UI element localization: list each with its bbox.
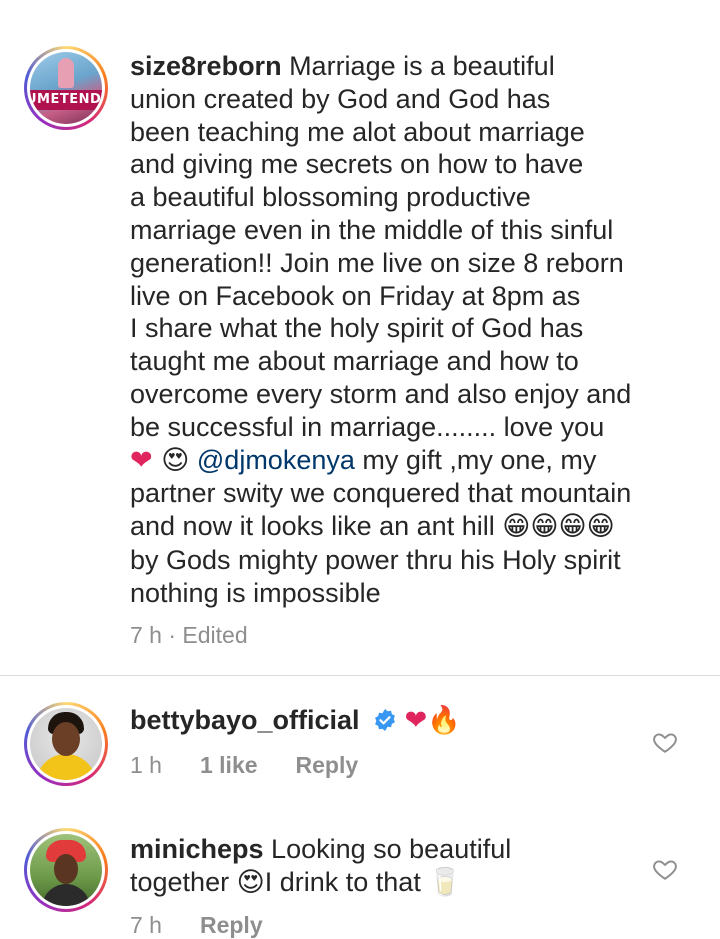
caption-line: by Gods mighty power thru his Holy spiri… <box>130 544 621 575</box>
caption-line: taught me about marriage and how to <box>130 346 579 377</box>
mention-link[interactable]: @djmokenya <box>197 445 355 475</box>
heart-eyes-emoji-icon: 😍 <box>236 866 265 898</box>
grinning-emoji-icon: 😁😁😁😁 <box>502 511 615 543</box>
avatar-figure <box>42 884 90 906</box>
caption-line: my gift ,my one, my <box>354 444 597 475</box>
caption-line: and now it looks like an ant hill <box>130 511 503 542</box>
commenter-avatar[interactable] <box>24 702 108 786</box>
caption-line: and giving me secrets on how to have <box>130 149 584 180</box>
section-divider <box>0 675 720 676</box>
heart-eyes-emoji-icon: 😍 <box>161 444 190 476</box>
comment-text: bettybayo_official ❤🔥 <box>130 704 650 738</box>
likes-count-button[interactable]: 1 like <box>200 752 258 779</box>
comment-username[interactable]: minicheps <box>130 834 264 864</box>
caption-line: overcome every storm and also enjoy and <box>130 378 632 409</box>
comment-line: together <box>130 866 237 897</box>
comment-timestamp: 1 h <box>130 752 162 778</box>
post-username[interactable]: size8reborn <box>130 51 282 81</box>
post-meta: 7 h · Edited <box>130 622 248 649</box>
comment-meta: 7 h Reply <box>130 912 263 939</box>
milk-glass-emoji-icon: 🥛 <box>428 866 462 898</box>
commenter-avatar[interactable] <box>24 828 108 912</box>
post-caption: size8reborn Marriage is a beautiful unio… <box>130 50 710 610</box>
caption-line: live on Facebook on Friday at 8pm as <box>130 280 581 311</box>
caption-line: I share what the holy spirit of God has <box>130 313 584 344</box>
comment-line: Looking so beautiful <box>263 834 512 864</box>
reply-button[interactable]: Reply <box>296 752 359 779</box>
comment-username[interactable]: bettybayo_official <box>130 705 360 735</box>
avatar-figure <box>52 722 80 756</box>
caption-line: partner swity we conquered that mountain <box>130 478 632 509</box>
red-heart-emoji-icon: ❤ <box>130 444 162 476</box>
caption-line: nothing is impossible <box>130 577 381 608</box>
post-timestamp: 7 h · Edited <box>130 622 248 648</box>
comment-text: minicheps Looking so beautiful together … <box>130 833 650 900</box>
comment-meta: 1 h 1 like Reply <box>130 752 358 779</box>
caption-line: been teaching me alot about marriage <box>130 116 585 147</box>
caption-line: a beautiful blossoming productive <box>130 182 531 213</box>
heart-outline-icon[interactable] <box>652 856 678 882</box>
comment-line: I drink to that <box>264 866 429 897</box>
caption-line: generation!! Join me live on size 8 rebo… <box>130 247 624 278</box>
heart-fire-emoji-icon: ❤🔥 <box>404 705 461 736</box>
avatar-figure <box>54 854 78 884</box>
verified-badge-icon <box>375 709 395 731</box>
heart-outline-icon[interactable] <box>652 729 678 755</box>
avatar-banner-text: UMETENDA <box>30 90 102 110</box>
caption-line: marriage even in the middle of this sinf… <box>130 214 614 245</box>
avatar-figure <box>58 58 74 88</box>
caption-line: Marriage is a beautiful <box>281 51 555 81</box>
caption-line: be successful in marriage........ love y… <box>130 411 605 442</box>
reply-button[interactable]: Reply <box>200 912 263 939</box>
avatar-figure <box>36 754 96 780</box>
comment-timestamp: 7 h <box>130 912 162 938</box>
caption-line: union created by God and God has <box>130 83 551 114</box>
post-author-avatar[interactable]: UMETENDA <box>24 46 108 130</box>
